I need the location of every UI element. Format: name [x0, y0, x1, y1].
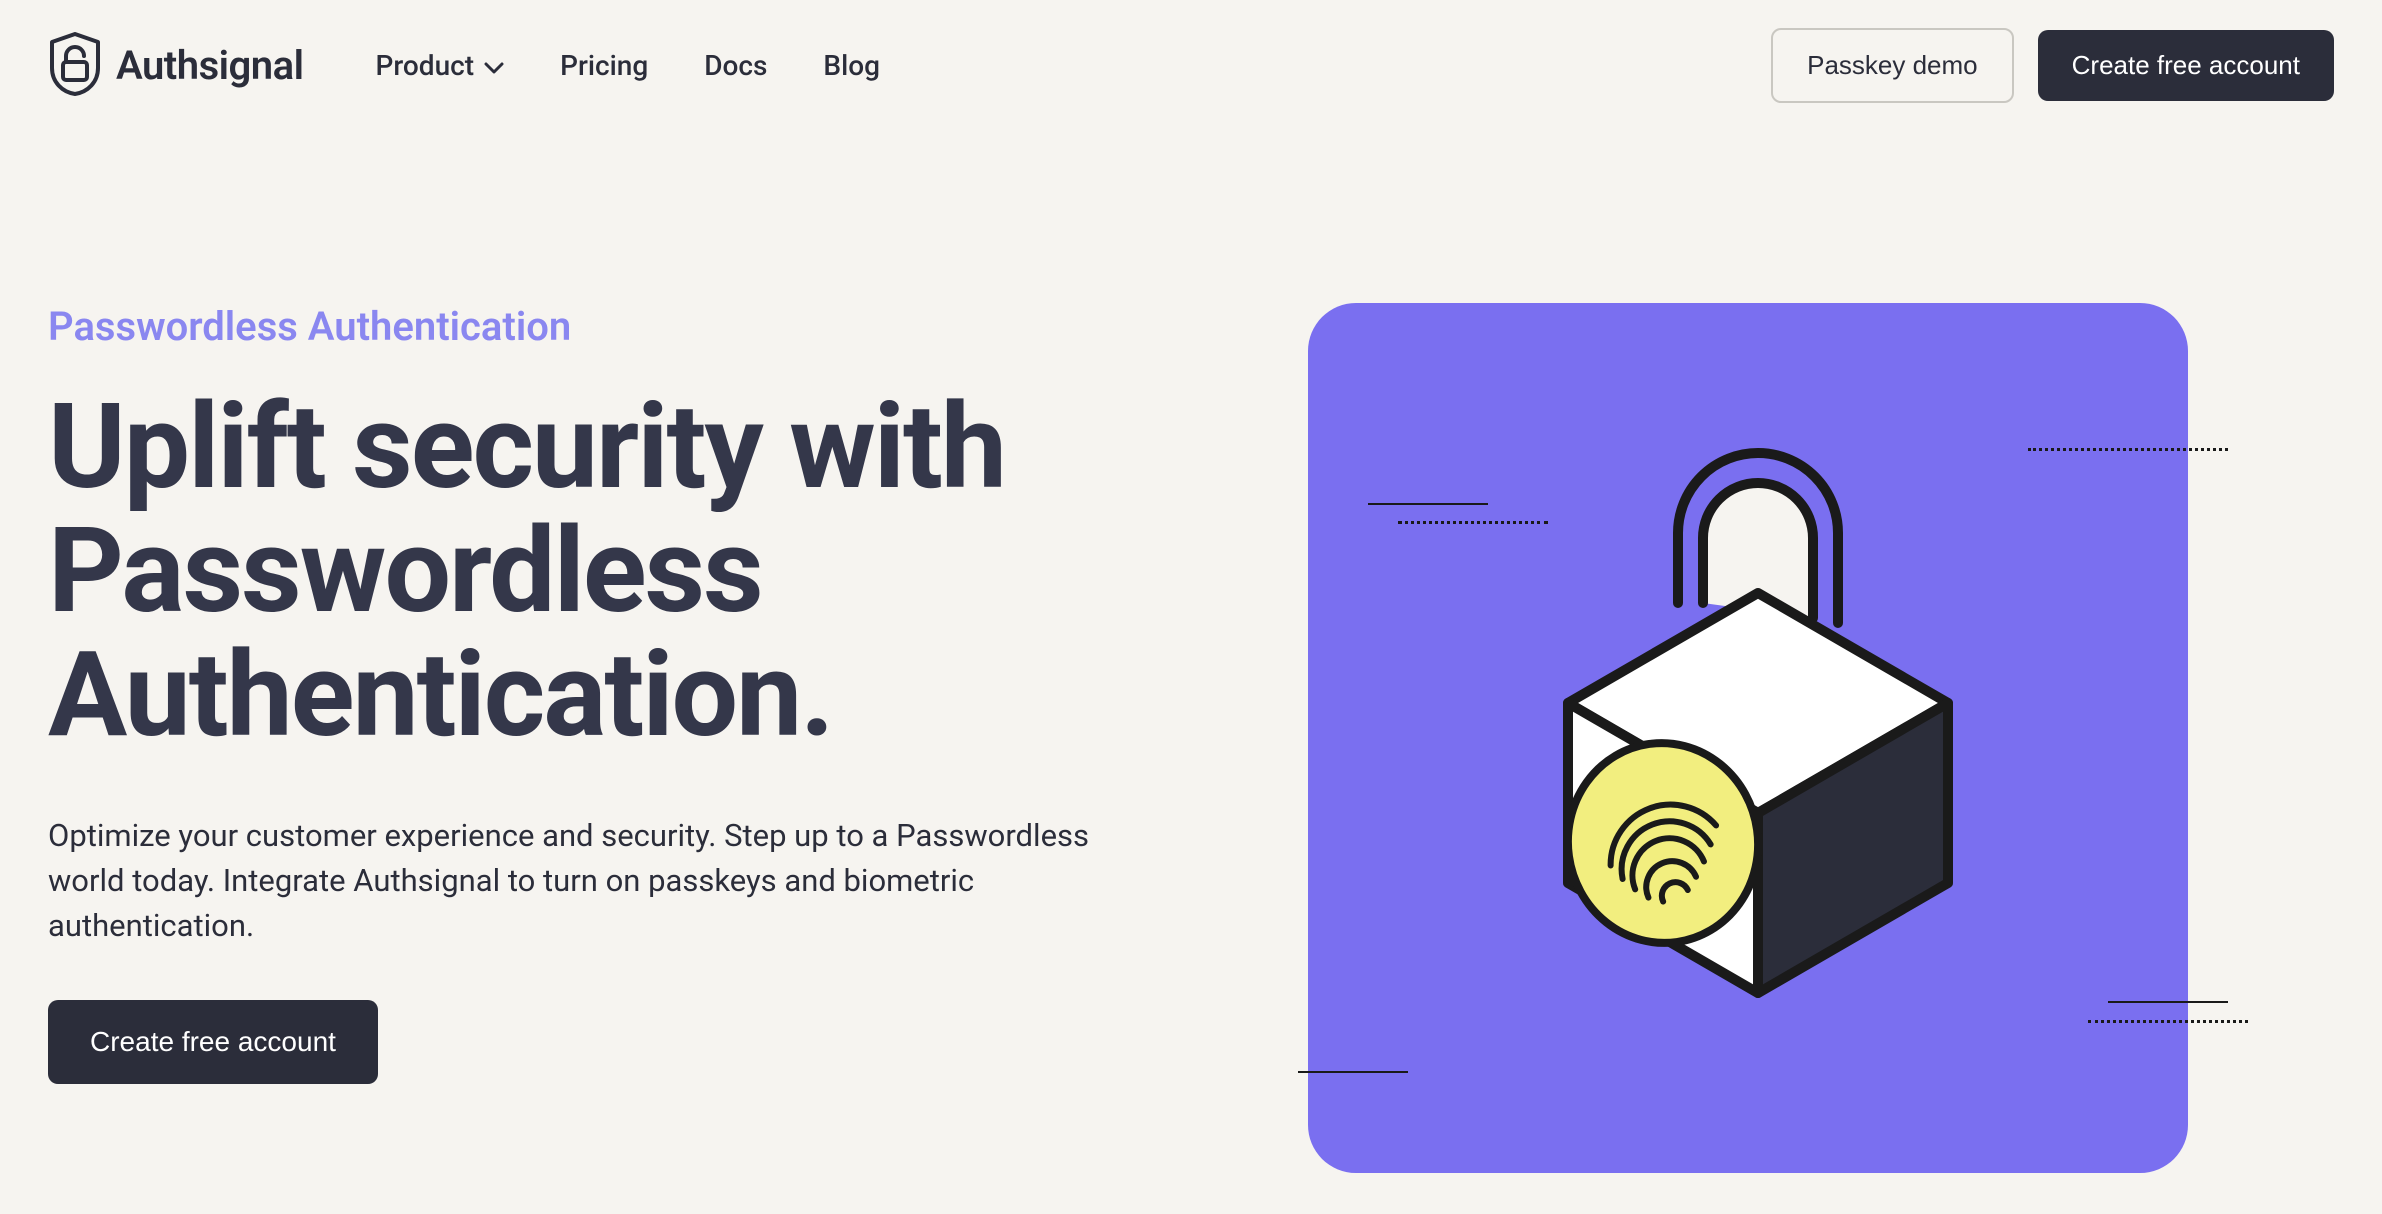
- illustration-panel: [1308, 303, 2188, 1173]
- create-account-button[interactable]: Create free account: [2038, 30, 2334, 101]
- hero-headline: Uplift security with Passwordless Authen…: [48, 386, 1248, 758]
- hero-subhead: Optimize your customer experience and se…: [48, 814, 1148, 949]
- lock-shield-icon: [48, 32, 102, 100]
- hero-copy: Passwordless Authentication Uplift secur…: [48, 303, 1248, 1173]
- hero-cta: Create free account: [48, 1000, 1248, 1084]
- nav-item-blog[interactable]: Blog: [823, 49, 880, 82]
- nav-label: Docs: [704, 49, 767, 82]
- hero-illustration-wrap: [1288, 303, 2188, 1173]
- navbar: Authsignal Product Pricing Docs Blog Pas…: [48, 28, 2334, 103]
- brand-name: Authsignal: [116, 42, 304, 89]
- nav-label: Pricing: [560, 49, 648, 82]
- chevron-down-icon: [484, 49, 504, 82]
- decorative-line: [1298, 1071, 1408, 1073]
- hero-eyebrow: Passwordless Authentication: [48, 303, 1248, 350]
- nav-item-product[interactable]: Product: [376, 49, 505, 82]
- passkey-demo-button[interactable]: Passkey demo: [1771, 28, 2014, 103]
- decorative-line: [2028, 448, 2228, 451]
- nav-item-pricing[interactable]: Pricing: [560, 49, 648, 82]
- nav-label: Blog: [823, 49, 880, 82]
- nav-item-docs[interactable]: Docs: [704, 49, 767, 82]
- nav-right: Passkey demo Create free account: [1771, 28, 2334, 103]
- decorative-line: [2088, 1020, 2248, 1023]
- hero-section: Passwordless Authentication Uplift secur…: [48, 303, 2334, 1173]
- nav-links: Product Pricing Docs Blog: [376, 49, 881, 82]
- padlock-fingerprint-icon: [1468, 393, 2028, 1073]
- brand-logo[interactable]: Authsignal: [48, 32, 304, 100]
- decorative-line: [2108, 1001, 2228, 1003]
- hero-create-account-button[interactable]: Create free account: [48, 1000, 378, 1084]
- nav-label: Product: [376, 49, 475, 82]
